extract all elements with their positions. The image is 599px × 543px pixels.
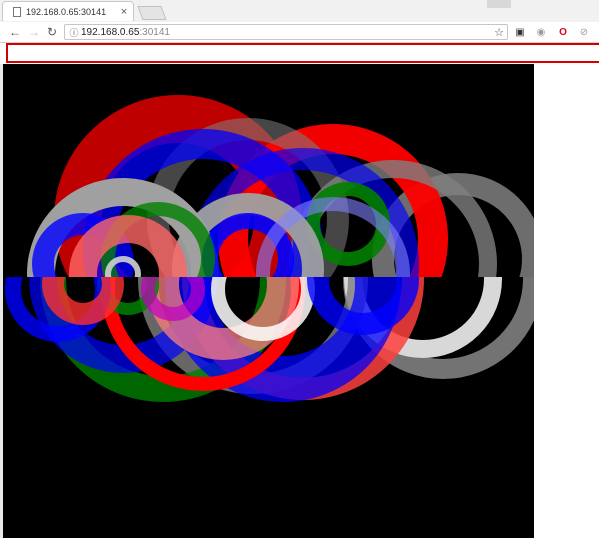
browser-toolbar: ← → ↻ ⓘ 192.168.0.65:30141 ☆ ▣ ◉ O ⊘ — [0, 22, 599, 43]
browser-tab[interactable]: 192.168.0.65:30141 × — [2, 1, 134, 21]
window-control[interactable] — [487, 0, 511, 8]
address-bar[interactable]: ⓘ 192.168.0.65:30141 ☆ — [64, 24, 508, 40]
close-tab-icon[interactable]: × — [118, 6, 130, 18]
url-host: 192.168.0.65 — [81, 26, 140, 38]
meeting-icon[interactable]: ▣ — [513, 25, 527, 39]
new-tab-button[interactable] — [137, 6, 167, 20]
info-icon[interactable]: ⓘ — [67, 26, 81, 39]
forward-button[interactable]: → — [25, 23, 43, 41]
drawing-canvas[interactable] — [3, 64, 534, 538]
tab-title: 192.168.0.65:30141 — [26, 6, 107, 17]
back-button[interactable]: ← — [6, 23, 24, 41]
rings-artwork — [5, 95, 534, 402]
text-input-bar[interactable] — [6, 43, 599, 63]
opera-icon[interactable]: O — [556, 25, 570, 39]
reload-button[interactable]: ↻ — [43, 23, 61, 41]
url-port: :30141 — [139, 26, 170, 38]
bookmark-star-icon[interactable]: ☆ — [494, 26, 504, 39]
tab-strip: 192.168.0.65:30141 × — [0, 0, 599, 22]
blocked-icon[interactable]: ⊘ — [577, 25, 591, 39]
database-icon[interactable]: ◉ — [534, 25, 548, 39]
page-icon — [13, 6, 21, 17]
